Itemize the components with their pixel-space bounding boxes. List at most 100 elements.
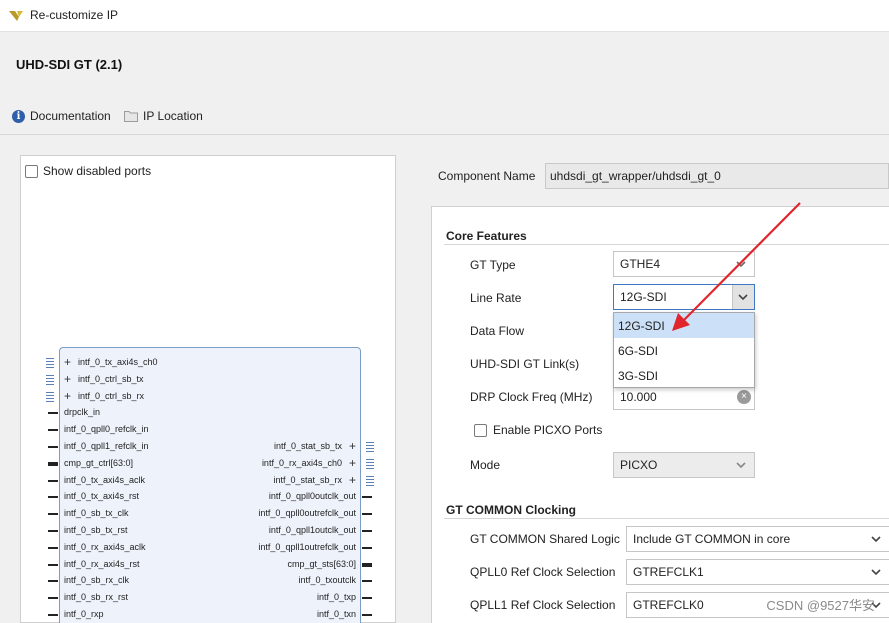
enable-picxo-label: Enable PICXO Ports (493, 423, 603, 437)
port-pin (362, 513, 372, 516)
port-label: intf_0_rx_axi4s_ch0 (261, 457, 342, 468)
drp-clock-label: DRP Clock Freq (MHz) (470, 390, 593, 404)
port-label: intf_0_rx_axi4s_aclk (64, 541, 146, 552)
port-pin (48, 546, 58, 549)
line-rate-dropdown-button[interactable] (732, 285, 754, 309)
bus-interface-icon (366, 440, 374, 452)
port-pin (362, 580, 372, 583)
dropdown-option-12g[interactable]: 12G-SDI (614, 313, 754, 338)
info-icon: i (12, 109, 25, 123)
port-label: intf_0_qpll1outrefclk_out (258, 541, 356, 552)
window-title: Re-customize IP (30, 8, 119, 22)
shared-logic-value: Include GT COMMON in core (633, 532, 791, 546)
port-label: intf_0_txn (316, 609, 356, 619)
vivado-logo-icon (9, 11, 23, 21)
section-divider (444, 244, 889, 245)
core-features-title: Core Features (446, 229, 527, 243)
port-pin (362, 562, 372, 567)
qpll1-label: QPLL1 Ref Clock Selection (470, 598, 616, 612)
line-rate-dropdown-list: 12G-SDI 6G-SDI 3G-SDI (613, 312, 755, 388)
documentation-button[interactable]: i Documentation (12, 109, 111, 123)
port-label: cmp_gt_ctrl[63:0] (64, 457, 134, 468)
gt-type-select[interactable]: GTHE4 (613, 251, 755, 277)
port-pin (48, 597, 58, 600)
line-rate-value: 12G-SDI (620, 290, 667, 304)
expand-icon[interactable]: + (349, 474, 356, 486)
watermark: CSDN @9527华安 (766, 598, 875, 613)
port-label: intf_0_tx_axi4s_ch0 (78, 357, 158, 367)
show-disabled-ports-checkbox[interactable] (25, 164, 38, 178)
port-label: intf_0_qpll0outclk_out (268, 491, 356, 502)
enable-picxo-checkbox[interactable] (474, 423, 487, 437)
chevron-down-icon (736, 261, 746, 268)
settings-panel: Core Features GT Type GTHE4 Line Rate 12… (431, 206, 889, 623)
ip-title: UHD-SDI GT (2.1) (16, 57, 123, 72)
port-pin (48, 530, 58, 532)
shared-logic-select[interactable]: Include GT COMMON in core (626, 526, 889, 552)
documentation-label: Documentation (30, 109, 111, 123)
component-name-label: Component Name (438, 169, 536, 183)
dropdown-option-6g[interactable]: 6G-SDI (614, 338, 754, 363)
port-label: intf_0_qpll0_refclk_in (64, 424, 149, 435)
show-disabled-ports-toggle[interactable]: Show disabled ports (25, 164, 151, 178)
chevron-down-icon (736, 462, 746, 469)
enable-picxo-toggle[interactable]: Enable PICXO Ports (474, 423, 602, 437)
mode-value: PICXO (620, 458, 658, 472)
bus-interface-icon (46, 372, 54, 385)
port-pin (362, 496, 372, 499)
shared-logic-label: GT COMMON Shared Logic (470, 532, 620, 546)
qpll1-value: GTREFCLK0 (633, 598, 704, 612)
qpll0-select[interactable]: GTREFCLK1 (626, 559, 889, 585)
ip-location-label: IP Location (143, 109, 203, 123)
bus-interface-icon (46, 356, 54, 368)
title-bar: Re-customize IP (0, 0, 889, 32)
clear-icon[interactable]: × (737, 390, 751, 404)
expand-icon[interactable]: + (349, 457, 356, 469)
port-label: drpclk_in (64, 407, 101, 418)
port-label: intf_0_sb_rx_clk (64, 575, 130, 586)
drp-clock-value: 10.000 (620, 390, 657, 404)
gt-type-value: GTHE4 (620, 257, 661, 271)
port-label: intf_0_sb_tx_clk (64, 508, 129, 519)
dropdown-option-3g[interactable]: 3G-SDI (614, 363, 754, 388)
section-divider (444, 518, 889, 519)
expand-icon[interactable]: + (64, 356, 71, 368)
port-label: intf_0_rxp (64, 609, 104, 619)
chevron-down-icon (871, 536, 881, 543)
port-label: intf_0_txp (316, 592, 356, 603)
port-pin (48, 412, 58, 415)
line-rate-select[interactable]: 12G-SDI (613, 284, 755, 310)
port-label: intf_0_tx_axi4s_aclk (64, 474, 146, 485)
port-label: intf_0_rx_axi4s_rst (64, 558, 140, 569)
expand-icon[interactable]: + (64, 373, 71, 385)
port-label: intf_0_sb_rx_rst (64, 592, 129, 603)
ip-location-button[interactable]: IP Location (124, 109, 203, 123)
port-pin (48, 580, 58, 583)
qpll0-label: QPLL0 Ref Clock Selection (470, 565, 616, 579)
port-pin (362, 546, 372, 549)
port-label: intf_0_qpll0outrefclk_out (258, 508, 356, 519)
port-pin (48, 513, 58, 516)
port-label: intf_0_stat_sb_rx (273, 474, 342, 485)
mode-label: Mode (470, 458, 501, 472)
ip-header: UHD-SDI GT (2.1) i Documentation IP Loca… (0, 33, 889, 135)
port-pin (362, 614, 372, 616)
port-label: intf_0_qpll1outclk_out (268, 525, 356, 535)
port-pin (48, 429, 58, 432)
port-label: intf_0_ctrl_sb_rx (78, 390, 145, 401)
port-label: intf_0_stat_sb_tx (273, 441, 342, 451)
port-pin (48, 461, 58, 466)
ip-symbol-block: + intf_0_tx_axi4s_ch0 + intf_0_ctrl_sb_tx + i… (46, 347, 374, 623)
expand-icon[interactable]: + (349, 440, 356, 452)
component-name-field[interactable]: uhdsdi_gt_wrapper/uhdsdi_gt_0 (545, 163, 889, 189)
port-pin (362, 530, 372, 532)
port-pin (48, 563, 58, 566)
gt-type-label: GT Type (470, 258, 516, 272)
expand-icon[interactable]: + (64, 390, 71, 402)
port-pin (48, 446, 58, 448)
bus-interface-icon (46, 389, 54, 402)
mode-select[interactable]: PICXO (613, 452, 755, 478)
port-pin (362, 597, 372, 600)
data-flow-label: Data Flow (470, 324, 525, 338)
port-pin (48, 479, 58, 482)
